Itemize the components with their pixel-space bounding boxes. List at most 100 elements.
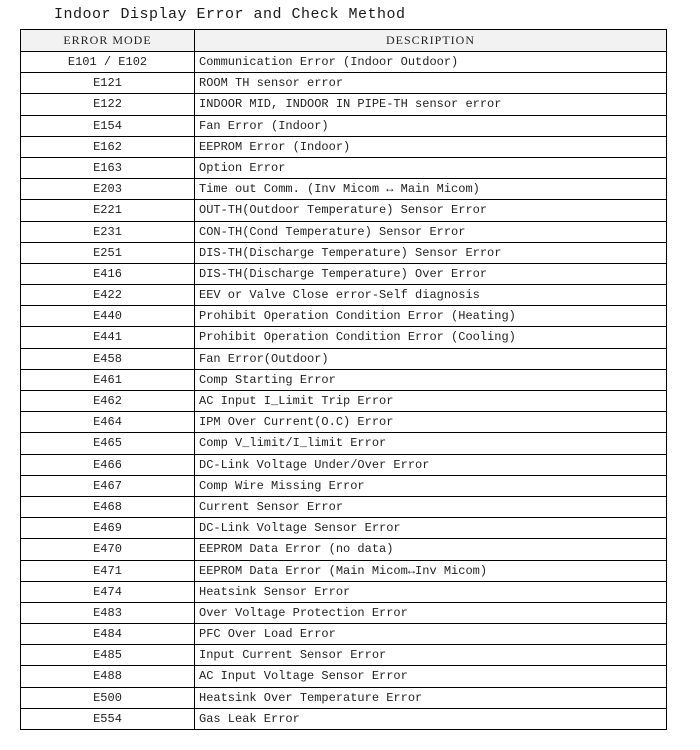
col-header-mode: ERROR MODE bbox=[21, 30, 195, 52]
description-cell: Gas Leak Error bbox=[195, 708, 667, 729]
description-cell: Comp Starting Error bbox=[195, 369, 667, 390]
page: Indoor Display Error and Check Method ER… bbox=[0, 0, 700, 750]
error-mode-cell: E122 bbox=[21, 94, 195, 115]
col-header-desc: DESCRIPTION bbox=[195, 30, 667, 52]
error-mode-cell: E440 bbox=[21, 306, 195, 327]
description-cell: Input Current Sensor Error bbox=[195, 645, 667, 666]
error-mode-cell: E484 bbox=[21, 624, 195, 645]
description-cell: PFC Over Load Error bbox=[195, 624, 667, 645]
description-cell: Current Sensor Error bbox=[195, 496, 667, 517]
description-cell: EEPROM Error (Indoor) bbox=[195, 136, 667, 157]
table-row: E470EEPROM Data Error (no data) bbox=[21, 539, 667, 560]
table-row: E462AC Input I_Limit Trip Error bbox=[21, 391, 667, 412]
table-row: E461Comp Starting Error bbox=[21, 369, 667, 390]
description-cell: Fan Error (Indoor) bbox=[195, 115, 667, 136]
table-header-row: ERROR MODE DESCRIPTION bbox=[21, 30, 667, 52]
table-row: E154Fan Error (Indoor) bbox=[21, 115, 667, 136]
table-row: E221OUT-TH(Outdoor Temperature) Sensor E… bbox=[21, 200, 667, 221]
error-mode-cell: E485 bbox=[21, 645, 195, 666]
table-row: E458 Fan Error(Outdoor) bbox=[21, 348, 667, 369]
error-mode-cell: E465 bbox=[21, 433, 195, 454]
error-mode-cell: E483 bbox=[21, 602, 195, 623]
table-row: E464IPM Over Current(O.C) Error bbox=[21, 412, 667, 433]
error-mode-cell: E500 bbox=[21, 687, 195, 708]
table-row: E122INDOOR MID, INDOOR IN PIPE-TH sensor… bbox=[21, 94, 667, 115]
error-mode-cell: E251 bbox=[21, 242, 195, 263]
error-mode-cell: E441 bbox=[21, 327, 195, 348]
table-row: E203Time out Comm. (Inv Micom ↔ Main Mic… bbox=[21, 179, 667, 200]
table-row: E466DC-Link Voltage Under/Over Error bbox=[21, 454, 667, 475]
error-mode-cell: E554 bbox=[21, 708, 195, 729]
description-cell: Time out Comm. (Inv Micom ↔ Main Micom) bbox=[195, 179, 667, 200]
error-mode-cell: E221 bbox=[21, 200, 195, 221]
error-mode-cell: E162 bbox=[21, 136, 195, 157]
table-row: E467Comp Wire Missing Error bbox=[21, 475, 667, 496]
table-row: E469DC-Link Voltage Sensor Error bbox=[21, 518, 667, 539]
description-cell: Heatsink Over Temperature Error bbox=[195, 687, 667, 708]
error-mode-cell: E458 bbox=[21, 348, 195, 369]
table-row: E441Prohibit Operation Condition Error (… bbox=[21, 327, 667, 348]
table-row: E483Over Voltage Protection Error bbox=[21, 602, 667, 623]
table-row: E485Input Current Sensor Error bbox=[21, 645, 667, 666]
error-mode-cell: E469 bbox=[21, 518, 195, 539]
description-cell: Fan Error(Outdoor) bbox=[195, 348, 667, 369]
table-row: E465Comp V_limit/I_limit Error bbox=[21, 433, 667, 454]
description-cell: INDOOR MID, INDOOR IN PIPE-TH sensor err… bbox=[195, 94, 667, 115]
table-row: E440Prohibit Operation Condition Error (… bbox=[21, 306, 667, 327]
description-cell: Prohibit Operation Condition Error (Heat… bbox=[195, 306, 667, 327]
description-cell: EEV or Valve Close error-Self diagnosis bbox=[195, 285, 667, 306]
error-mode-cell: E416 bbox=[21, 263, 195, 284]
description-cell: AC Input Voltage Sensor Error bbox=[195, 666, 667, 687]
table-row: E471EEPROM Data Error (Main Micom↔Inv Mi… bbox=[21, 560, 667, 581]
description-cell: Prohibit Operation Condition Error (Cool… bbox=[195, 327, 667, 348]
table-row: E163Option Error bbox=[21, 157, 667, 178]
table-row: E162EEPROM Error (Indoor) bbox=[21, 136, 667, 157]
error-mode-cell: E488 bbox=[21, 666, 195, 687]
description-cell: Comp V_limit/I_limit Error bbox=[195, 433, 667, 454]
error-mode-cell: E121 bbox=[21, 73, 195, 94]
error-mode-cell: E422 bbox=[21, 285, 195, 306]
error-mode-cell: E163 bbox=[21, 157, 195, 178]
description-cell: Over Voltage Protection Error bbox=[195, 602, 667, 623]
table-row: E251DIS-TH(Discharge Temperature) Sensor… bbox=[21, 242, 667, 263]
page-title: Indoor Display Error and Check Method bbox=[54, 6, 680, 23]
description-cell: DC-Link Voltage Under/Over Error bbox=[195, 454, 667, 475]
description-cell: IPM Over Current(O.C) Error bbox=[195, 412, 667, 433]
description-cell: Comp Wire Missing Error bbox=[195, 475, 667, 496]
description-cell: EEPROM Data Error (Main Micom↔Inv Micom) bbox=[195, 560, 667, 581]
error-mode-cell: E203 bbox=[21, 179, 195, 200]
table-row: E488AC Input Voltage Sensor Error bbox=[21, 666, 667, 687]
description-cell: ROOM TH sensor error bbox=[195, 73, 667, 94]
description-cell: DIS-TH(Discharge Temperature) Over Error bbox=[195, 263, 667, 284]
error-mode-cell: E470 bbox=[21, 539, 195, 560]
description-cell: CON-TH(Cond Temperature) Sensor Error bbox=[195, 221, 667, 242]
error-mode-cell: E471 bbox=[21, 560, 195, 581]
error-mode-cell: E462 bbox=[21, 391, 195, 412]
table-row: E468Current Sensor Error bbox=[21, 496, 667, 517]
description-cell: DC-Link Voltage Sensor Error bbox=[195, 518, 667, 539]
error-mode-cell: E101 / E102 bbox=[21, 52, 195, 73]
description-cell: AC Input I_Limit Trip Error bbox=[195, 391, 667, 412]
description-cell: OUT-TH(Outdoor Temperature) Sensor Error bbox=[195, 200, 667, 221]
error-mode-cell: E467 bbox=[21, 475, 195, 496]
table-row: E500Heatsink Over Temperature Error bbox=[21, 687, 667, 708]
error-mode-cell: E231 bbox=[21, 221, 195, 242]
table-row: E231CON-TH(Cond Temperature) Sensor Erro… bbox=[21, 221, 667, 242]
description-cell: DIS-TH(Discharge Temperature) Sensor Err… bbox=[195, 242, 667, 263]
table-row: E416DIS-TH(Discharge Temperature) Over E… bbox=[21, 263, 667, 284]
table-row: E101 / E102Communication Error (Indoor O… bbox=[21, 52, 667, 73]
table-row: E422EEV or Valve Close error-Self diagno… bbox=[21, 285, 667, 306]
error-mode-cell: E466 bbox=[21, 454, 195, 475]
error-mode-cell: E464 bbox=[21, 412, 195, 433]
description-cell: Heatsink Sensor Error bbox=[195, 581, 667, 602]
table-body: E101 / E102Communication Error (Indoor O… bbox=[21, 52, 667, 730]
table-row: E554Gas Leak Error bbox=[21, 708, 667, 729]
table-row: E121ROOM TH sensor error bbox=[21, 73, 667, 94]
error-mode-cell: E461 bbox=[21, 369, 195, 390]
table-row: E474Heatsink Sensor Error bbox=[21, 581, 667, 602]
error-mode-cell: E474 bbox=[21, 581, 195, 602]
error-mode-cell: E154 bbox=[21, 115, 195, 136]
description-cell: Option Error bbox=[195, 157, 667, 178]
error-mode-cell: E468 bbox=[21, 496, 195, 517]
table-header: ERROR MODE DESCRIPTION bbox=[21, 30, 667, 52]
